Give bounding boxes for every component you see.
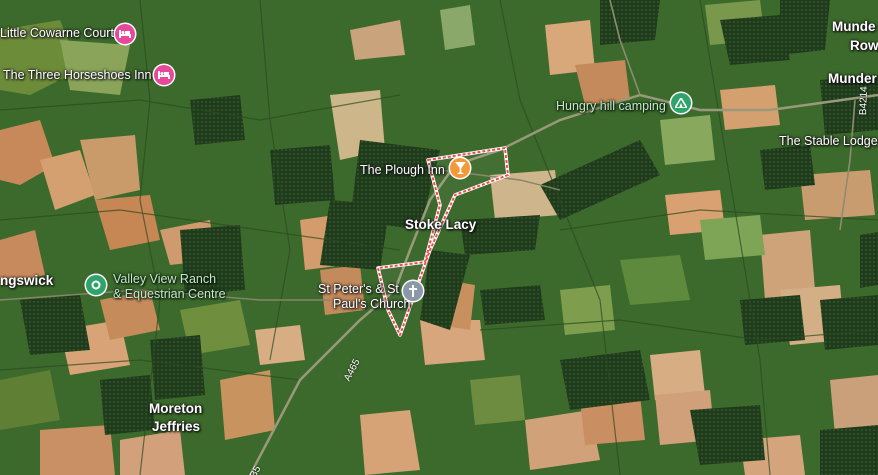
camping-pin[interactable] bbox=[671, 93, 691, 113]
moreton-jeffries-label-2[interactable]: Jeffries bbox=[152, 419, 200, 435]
food-pin-plough-inn[interactable] bbox=[450, 158, 470, 178]
satellite-map[interactable]: Little Cowarne Court The Three Horseshoe… bbox=[0, 0, 878, 475]
hungry-hill-camping-label[interactable]: Hungry hill camping bbox=[556, 99, 666, 113]
plough-inn-label[interactable]: The Plough Inn bbox=[360, 163, 445, 177]
road-label-b4214: B4214 bbox=[858, 86, 871, 116]
hotel-bed-icon bbox=[158, 70, 170, 80]
ngswick-label[interactable]: ngswick bbox=[0, 273, 53, 289]
stoke-lacy-label[interactable]: Stoke Lacy bbox=[405, 217, 476, 233]
munder-label[interactable]: Munder bbox=[828, 71, 877, 87]
three-horseshoes-label[interactable]: The Three Horseshoes Inn bbox=[3, 68, 151, 82]
tent-icon bbox=[675, 98, 687, 108]
church-pin[interactable] bbox=[403, 281, 423, 301]
lodging-pin-little-cowarne[interactable] bbox=[115, 24, 135, 44]
cross-icon bbox=[408, 285, 418, 297]
church-label-2[interactable]: Paul's Church bbox=[333, 297, 410, 311]
ranch-pin[interactable] bbox=[86, 275, 106, 295]
hotel-bed-icon bbox=[119, 29, 131, 39]
valley-view-label-2[interactable]: & Equestrian Centre bbox=[113, 287, 226, 301]
map-pin-icon bbox=[91, 280, 101, 290]
munder-row-label-2[interactable]: Row bbox=[850, 38, 878, 54]
valley-view-label-1[interactable]: Valley View Ranch bbox=[113, 272, 216, 286]
moreton-jeffries-label-1[interactable]: Moreton bbox=[149, 401, 202, 417]
stable-lodge-label[interactable]: The Stable Lodge bbox=[779, 134, 878, 148]
lodging-pin-three-horseshoes[interactable] bbox=[154, 65, 174, 85]
munder-row-label-1[interactable]: Munde bbox=[832, 19, 876, 35]
cocktail-glass-icon bbox=[454, 162, 466, 174]
little-cowarne-court-label[interactable]: Little Cowarne Court bbox=[0, 26, 114, 40]
church-label-1[interactable]: St Peter's & St bbox=[318, 282, 399, 296]
